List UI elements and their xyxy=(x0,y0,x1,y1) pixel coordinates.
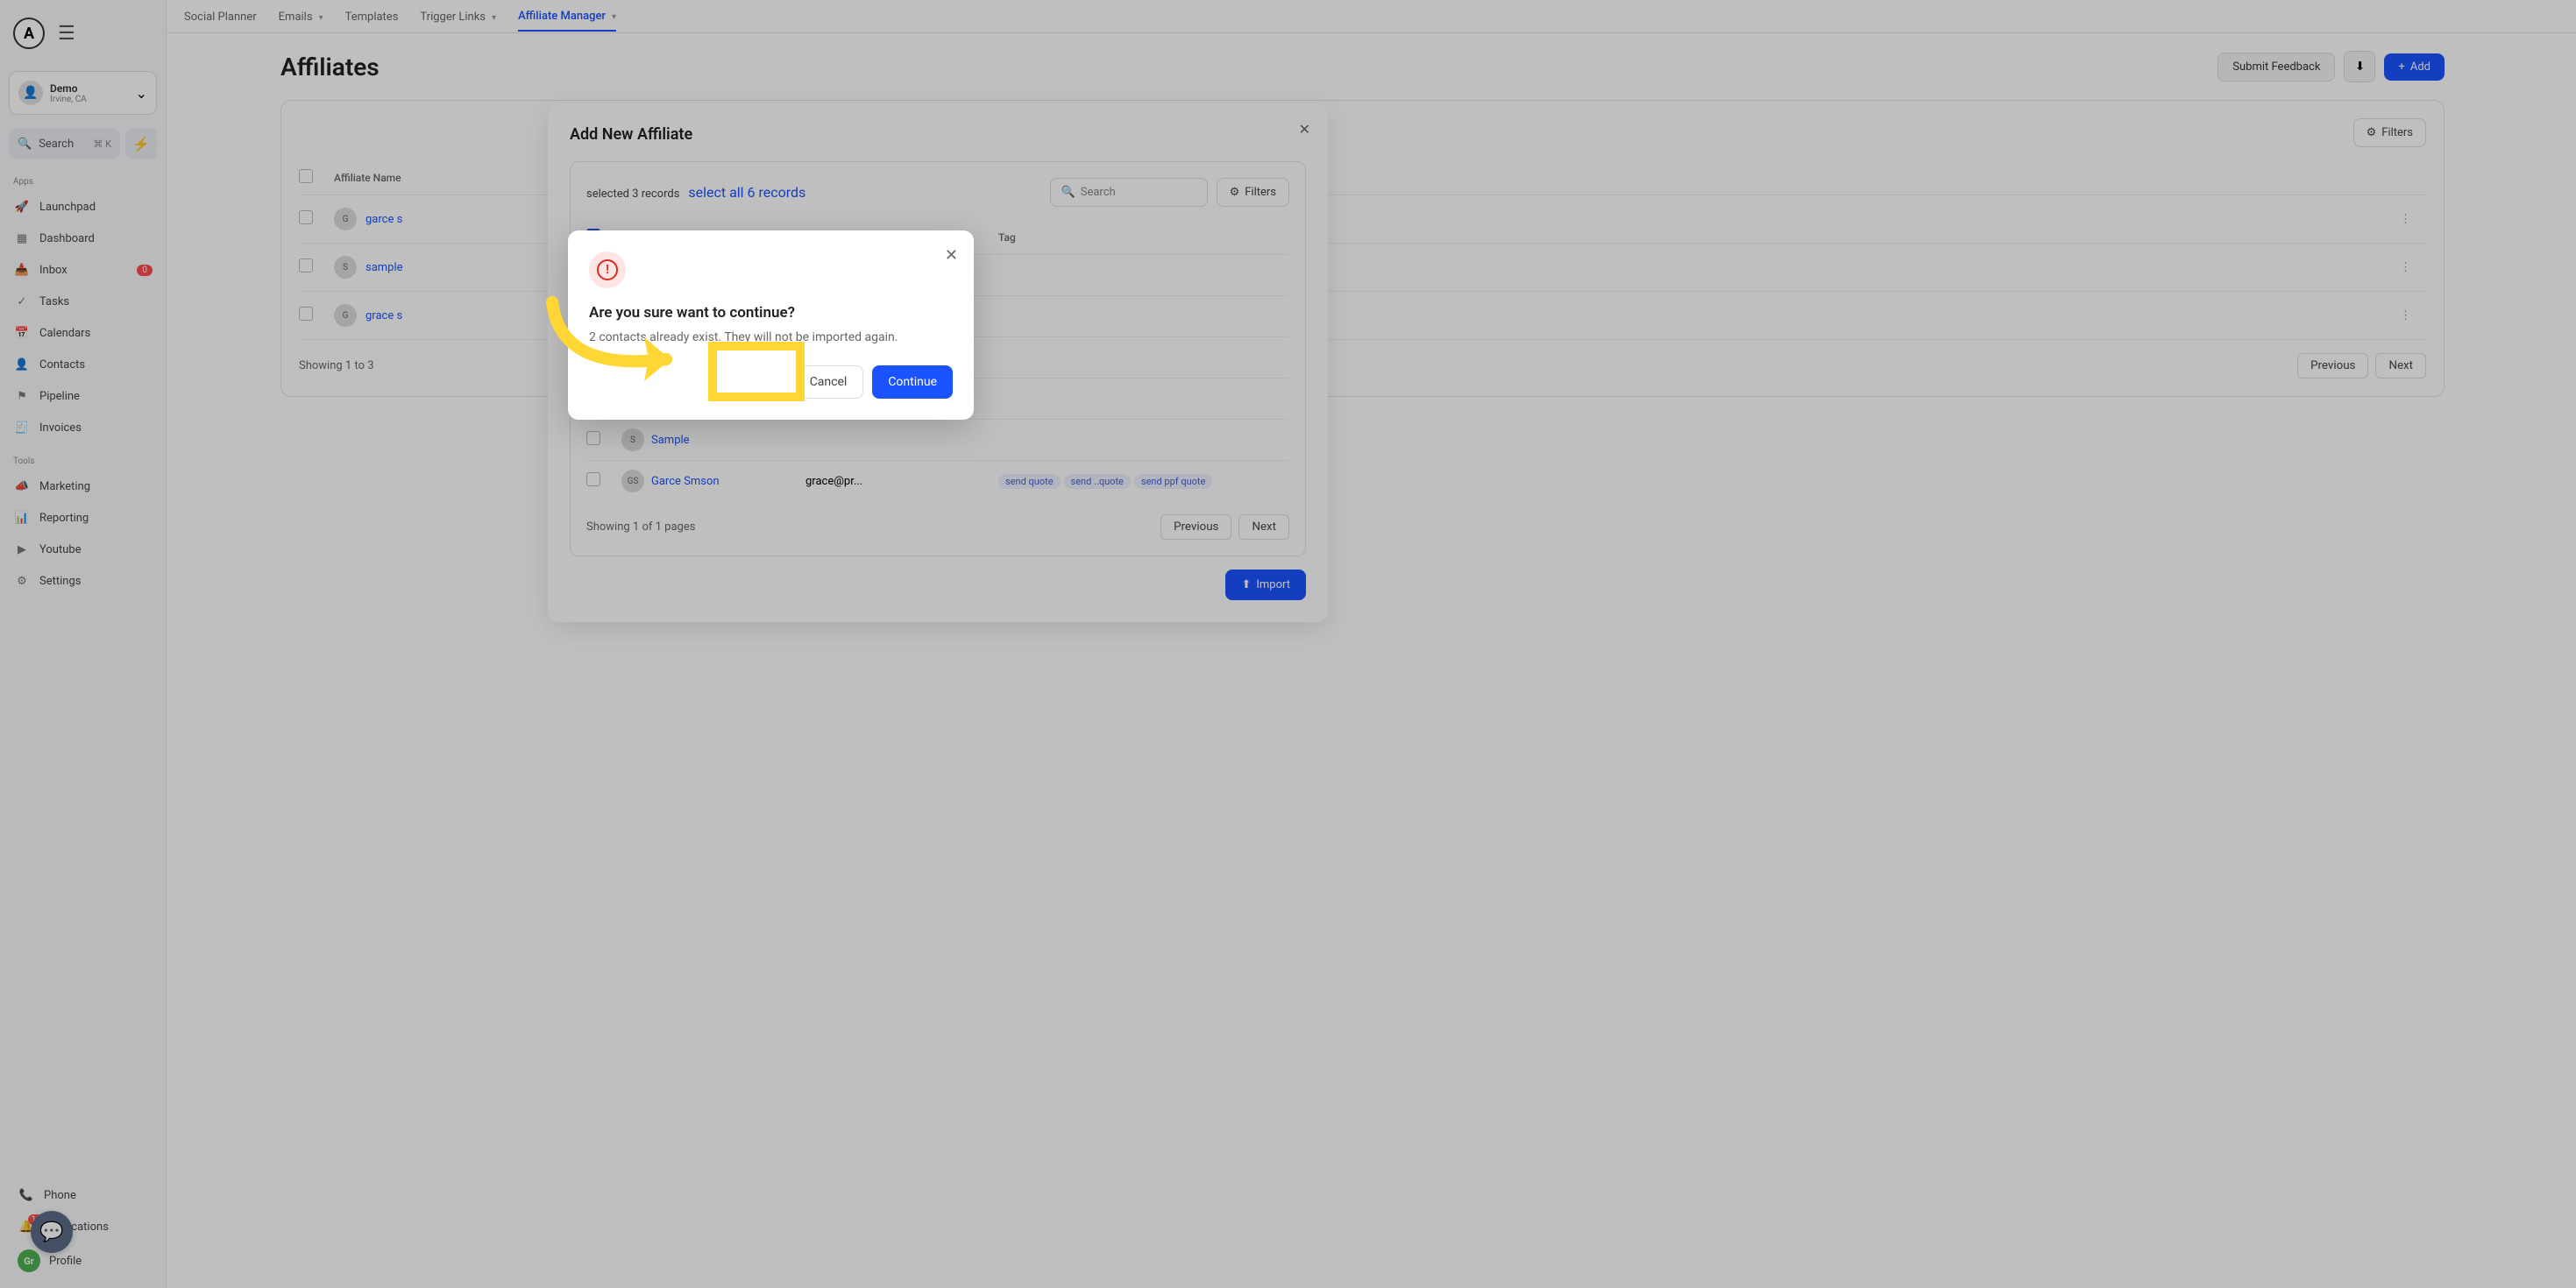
confirm-message: 2 contacts already exist. They will not … xyxy=(589,330,953,344)
alert-icon: ! xyxy=(589,251,626,288)
continue-button[interactable]: Continue xyxy=(872,365,953,399)
cancel-button[interactable]: Cancel xyxy=(793,365,864,399)
confirm-title: Are you sure want to continue? xyxy=(589,304,953,322)
modal-backdrop xyxy=(0,0,2576,1288)
dialog-close-icon[interactable]: ✕ xyxy=(945,246,958,265)
confirm-dialog: ✕ ! Are you sure want to continue? 2 con… xyxy=(568,230,974,420)
